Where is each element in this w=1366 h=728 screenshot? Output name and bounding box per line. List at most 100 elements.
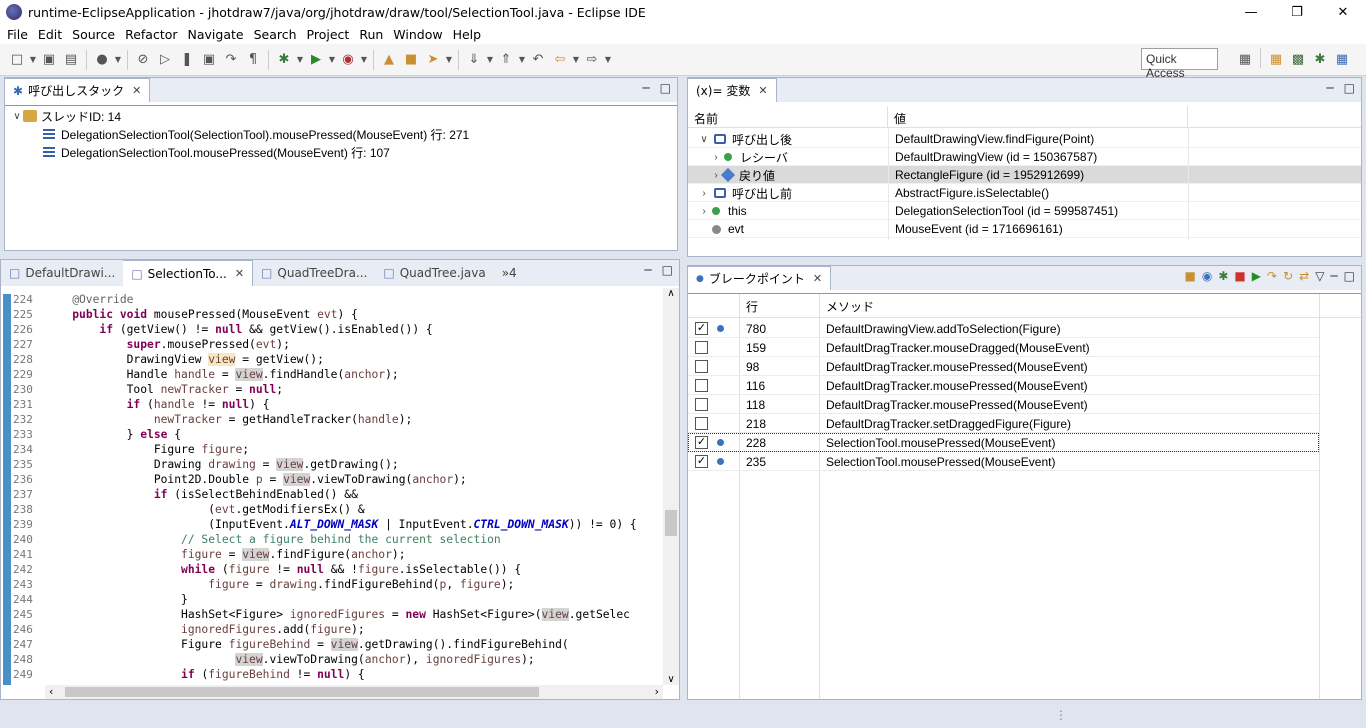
menu-source[interactable]: Source — [67, 27, 120, 42]
minimize-view-icon[interactable]: ─ — [1326, 81, 1333, 95]
remove-icon[interactable]: ■ — [1234, 269, 1245, 283]
quick-access-input[interactable]: Quick Access — [1141, 48, 1218, 80]
back-icon[interactable]: ⇦ — [549, 49, 571, 71]
prev-annotation-dropdown-icon[interactable]: ▼ — [517, 55, 527, 64]
step-over-icon[interactable]: ¶ — [242, 49, 264, 71]
open-folder-icon[interactable]: ■ — [1185, 269, 1196, 283]
stack-frame[interactable]: DelegationSelectionTool(SelectionTool).m… — [43, 125, 469, 143]
breakpoint-checkbox[interactable]: ✓ — [695, 436, 708, 449]
scroll-up-icon[interactable]: ∧ — [663, 288, 679, 299]
close-icon[interactable]: ✕ — [1320, 0, 1366, 24]
external-tools-dropdown-icon[interactable]: ▼ — [359, 55, 369, 64]
run-dropdown-icon[interactable]: ▼ — [327, 55, 337, 64]
maximize-view-icon[interactable]: □ — [662, 263, 673, 277]
column-line[interactable]: 行 — [746, 294, 758, 318]
breakpoint-row[interactable]: ✓ 235 SelectionTool.mousePressed(MouseEv… — [688, 452, 1319, 471]
editor-horizontal-scrollbar[interactable]: ‹ › — [45, 685, 663, 699]
menu-navigate[interactable]: Navigate — [183, 27, 249, 42]
breakpoint-row[interactable]: ✓ 780 DefaultDrawingView.addToSelection(… — [688, 319, 1319, 338]
variable-row-selected[interactable]: › 戻り値 RectangleFigure (id = 1952912699) — [688, 166, 1361, 184]
maximize-view-icon[interactable]: □ — [1344, 269, 1355, 283]
menu-help[interactable]: Help — [448, 27, 487, 42]
link-icon[interactable]: ◉ — [1202, 269, 1212, 283]
tab-breakpoints[interactable]: ● ブレークポイント ✕ — [688, 266, 832, 290]
next-annotation-icon[interactable]: ⇓ — [463, 49, 485, 71]
step-into-icon[interactable]: ↷ — [220, 49, 242, 71]
new-dropdown-icon[interactable]: ▼ — [28, 55, 38, 64]
resume-icon[interactable]: ▷ — [154, 49, 176, 71]
menu-run[interactable]: Run — [354, 27, 388, 42]
forward-dropdown-icon[interactable]: ▼ — [603, 55, 613, 64]
breakpoint-row-selected[interactable]: ✓ 228 SelectionTool.mousePressed(MouseEv… — [688, 433, 1319, 452]
minimize-view-icon[interactable]: ─ — [644, 263, 651, 277]
chevron-right-icon[interactable]: › — [698, 188, 710, 199]
menu-file[interactable]: File — [2, 27, 33, 42]
open-folder-icon[interactable]: ■ — [400, 49, 422, 71]
breakpoint-checkbox[interactable] — [695, 417, 708, 430]
menu-window[interactable]: Window — [388, 27, 447, 42]
tab-overflow[interactable]: »4 — [494, 260, 525, 286]
variable-row[interactable]: evt MouseEvent (id = 1716696161) — [688, 220, 1361, 238]
user-dropdown-icon[interactable]: ▼ — [113, 55, 123, 64]
close-tab-icon[interactable]: ✕ — [132, 84, 141, 97]
skip-all-breakpoints-icon[interactable]: ✱ — [1218, 269, 1228, 283]
back-dropdown-icon[interactable]: ▼ — [571, 55, 581, 64]
run-to-icon[interactable]: ▶ — [1252, 269, 1261, 283]
debug-dropdown-icon[interactable]: ▼ — [295, 55, 305, 64]
scroll-down-icon[interactable]: ∨ — [663, 674, 679, 685]
tab-variables[interactable]: (x)= 変数 ✕ — [688, 78, 777, 102]
code-text[interactable]: @Override public void mousePressed(Mouse… — [45, 288, 663, 685]
breakpoint-checkbox[interactable]: ✓ — [695, 455, 708, 468]
save-icon[interactable]: ▣ — [38, 49, 60, 71]
breakpoint-checkbox[interactable] — [695, 379, 708, 392]
scroll-right-icon[interactable]: › — [655, 685, 659, 698]
variable-row[interactable]: › レシーバ DefaultDrawingView (id = 15036758… — [688, 148, 1361, 166]
variable-row[interactable]: › this DelegationSelectionTool (id = 599… — [688, 202, 1361, 220]
minimize-view-icon[interactable]: ─ — [642, 81, 649, 95]
menu-search[interactable]: Search — [249, 27, 302, 42]
breakpoint-checkbox[interactable] — [695, 398, 708, 411]
expand-icon[interactable]: ⇄ — [1299, 269, 1309, 283]
chevron-down-icon[interactable]: ∨ — [698, 134, 710, 145]
breakpoint-row[interactable]: 159 DefaultDragTracker.mouseDragged(Mous… — [688, 338, 1319, 357]
terminate-icon[interactable]: ▣ — [198, 49, 220, 71]
prev-annotation-icon[interactable]: ⇑ — [495, 49, 517, 71]
column-name[interactable]: 名前 — [688, 106, 888, 127]
code-editor[interactable]: 224 225 226 227 228 229 230 231 232 233 … — [1, 288, 679, 699]
tab-callstack[interactable]: ✱ 呼び出しスタック ✕ — [5, 78, 151, 102]
breakpoint-row[interactable]: 118 DefaultDragTracker.mousePressed(Mous… — [688, 395, 1319, 414]
breakpoint-row[interactable]: 98 DefaultDragTracker.mousePressed(Mouse… — [688, 357, 1319, 376]
run-icon[interactable]: ▶ — [305, 49, 327, 71]
close-tab-icon[interactable]: ✕ — [813, 272, 822, 285]
open-perspective-icon[interactable]: ▦ — [1234, 48, 1256, 70]
chevron-right-icon[interactable]: › — [710, 152, 722, 163]
save-all-icon[interactable]: ▤ — [60, 49, 82, 71]
tab-editor-selectiontool[interactable]: □ SelectionTo... ✕ — [123, 260, 254, 286]
layout-perspective-icon[interactable]: ▦ — [1331, 48, 1353, 70]
tab-editor-quadtreedrawing[interactable]: □ QuadTreeDra... — [253, 260, 375, 286]
chevron-down-icon[interactable]: ∨ — [11, 111, 23, 122]
user-icon[interactable]: ● — [91, 49, 113, 71]
scroll-left-icon[interactable]: ‹ — [49, 685, 53, 698]
suspend-icon[interactable]: ❚ — [176, 49, 198, 71]
close-tab-icon[interactable]: ✕ — [235, 267, 244, 280]
tab-editor-quadtree[interactable]: □ QuadTree.java — [375, 260, 493, 286]
maximize-view-icon[interactable]: □ — [1344, 81, 1355, 95]
debug-icon[interactable]: ✱ — [273, 49, 295, 71]
skip-breakpoints-icon[interactable]: ⊘ — [132, 49, 154, 71]
breakpoint-checkbox[interactable]: ✓ — [695, 322, 708, 335]
search-dropdown-icon[interactable]: ▼ — [444, 55, 454, 64]
java-perspective-icon[interactable]: ▩ — [1287, 48, 1309, 70]
restore-icon[interactable]: ❐ — [1274, 0, 1320, 24]
maximize-view-icon[interactable]: □ — [660, 81, 671, 95]
breakpoint-checkbox[interactable] — [695, 360, 708, 373]
debug-perspective-icon[interactable]: ✱ — [1309, 48, 1331, 70]
breakpoint-row[interactable]: 218 DefaultDragTracker.setDraggedFigure(… — [688, 414, 1319, 433]
variable-row[interactable]: ∨ 呼び出し後 DefaultDrawingView.findFigure(Po… — [688, 130, 1361, 148]
breakpoint-checkbox[interactable] — [695, 341, 708, 354]
view-menu-icon[interactable]: ▽ — [1315, 269, 1324, 283]
close-tab-icon[interactable]: ✕ — [758, 84, 767, 97]
vertical-scroll-thumb[interactable] — [665, 510, 677, 536]
minimize-icon[interactable]: — — [1228, 0, 1274, 24]
next-annotation-dropdown-icon[interactable]: ▼ — [485, 55, 495, 64]
